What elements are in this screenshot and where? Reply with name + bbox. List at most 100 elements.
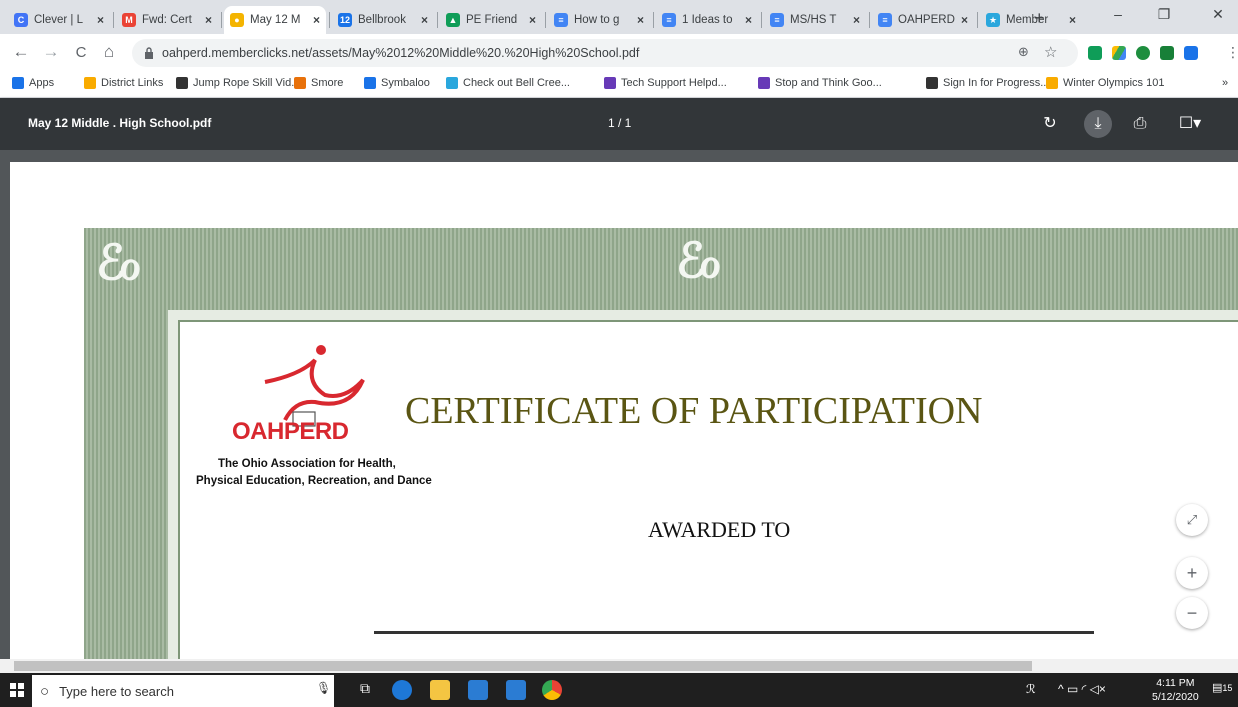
tab-6[interactable]: ≡ How to g × xyxy=(548,6,650,34)
tab-5[interactable]: ▲ PE Friend × xyxy=(440,6,542,34)
notifications-icon[interactable]: ▤15 xyxy=(1212,681,1232,694)
bookmark-label: Tech Support Helpd... xyxy=(621,77,727,89)
bookmark-item[interactable]: Symbaloo xyxy=(364,77,430,89)
fit-page-button[interactable]: ⤢ xyxy=(1176,504,1208,536)
bookmark-label: Apps xyxy=(29,77,55,89)
bookmark-icon xyxy=(446,77,458,89)
classroom-extension-icon[interactable] xyxy=(1088,46,1102,60)
file-explorer-icon[interactable] xyxy=(430,680,450,700)
task-view-icon[interactable]: ⧉ xyxy=(360,680,370,697)
zoom-out-button[interactable]: − xyxy=(1176,597,1208,629)
bookmark-item[interactable]: Tech Support Helpd... xyxy=(604,77,727,89)
bookmark-icon xyxy=(364,77,376,89)
windows-taskbar: ○ Type here to search 🎙 ⧉ ℛ ^ ▭ ◜ ◁× 4:1… xyxy=(0,673,1238,707)
bookmark-icon xyxy=(294,77,306,89)
home-button[interactable]: ⌂ xyxy=(98,42,120,62)
tab-title: Fwd: Cert xyxy=(142,14,192,26)
close-tab-icon[interactable]: × xyxy=(421,13,428,27)
tab-separator xyxy=(113,12,114,28)
close-tab-icon[interactable]: × xyxy=(313,13,320,27)
close-tab-icon[interactable]: × xyxy=(529,13,536,27)
close-tab-icon[interactable]: × xyxy=(1069,13,1076,27)
scrollbar-thumb[interactable] xyxy=(14,661,1032,671)
restore-button[interactable]: ❐ xyxy=(1144,6,1184,28)
bookmark-icon xyxy=(176,77,188,89)
close-tab-icon[interactable]: × xyxy=(961,13,968,27)
tab-7[interactable]: ≡ 1 Ideas to × xyxy=(656,6,758,34)
new-tab-button[interactable]: + xyxy=(1034,8,1045,29)
bookmark-icon xyxy=(84,77,96,89)
tab-1[interactable]: C Clever | L × xyxy=(8,6,110,34)
tab-3[interactable]: ● May 12 M × xyxy=(224,6,326,34)
bookmark-item[interactable]: Winter Olympics 101 xyxy=(1046,77,1164,89)
org-logo-text: OAHPERD xyxy=(232,418,349,445)
people-icon[interactable]: ℛ xyxy=(1026,682,1036,696)
forward-button[interactable]: → xyxy=(40,42,62,62)
extension-icon[interactable] xyxy=(1136,46,1150,60)
tab-title: MS/HS T xyxy=(790,14,837,26)
bookmark-label: Symbaloo xyxy=(381,77,430,89)
taskbar-clock[interactable]: 4:11 PM 5/12/2020 xyxy=(1152,676,1199,704)
bookmarks-more-button[interactable]: » xyxy=(1222,77,1228,89)
bookmark-label: Smore xyxy=(311,77,344,89)
bookmark-item[interactable]: Sign In for Progress... xyxy=(926,77,1049,89)
memberclicks-icon: ★ xyxy=(986,13,1000,27)
drive-icon: ▲ xyxy=(446,13,460,27)
bookmark-star-icon[interactable]: ☆ xyxy=(1044,43,1057,61)
bookmark-label: Sign In for Progress... xyxy=(943,77,1050,89)
bookmark-item[interactable]: Smore xyxy=(294,77,343,89)
back-button[interactable]: ← xyxy=(10,42,32,62)
bookmark-item[interactable]: Apps xyxy=(12,77,54,89)
drive-extension-icon[interactable] xyxy=(1112,46,1126,60)
store-icon[interactable] xyxy=(468,680,488,700)
clock-date: 5/12/2020 xyxy=(1152,691,1199,703)
tab-title: Clever | L xyxy=(34,14,84,26)
tab-separator xyxy=(653,12,654,28)
docs-icon: ≡ xyxy=(662,13,676,27)
tab-10[interactable]: ★ Member × xyxy=(980,6,1082,34)
print-icon[interactable]: ⎙ xyxy=(1126,110,1154,138)
notification-count: 15 xyxy=(1222,683,1233,693)
reload-button[interactable]: C xyxy=(70,44,92,61)
close-window-button[interactable]: ✕ xyxy=(1198,6,1238,28)
bookmark-item[interactable]: District Links xyxy=(84,77,163,89)
bookmarks-bar: Apps District Links Jump Rope Skill Vid...… xyxy=(0,72,1238,98)
extension-icon[interactable] xyxy=(1184,46,1198,60)
tab-title: May 12 M xyxy=(250,14,301,26)
edge-icon[interactable] xyxy=(392,680,412,700)
download-icon[interactable]: ⤓ xyxy=(1084,110,1112,138)
tab-8[interactable]: ≡ MS/HS T × xyxy=(764,6,866,34)
zoom-icon[interactable]: ⊕ xyxy=(1018,44,1029,60)
close-tab-icon[interactable]: × xyxy=(853,13,860,27)
bookmark-item[interactable]: Jump Rope Skill Vid... xyxy=(176,77,300,89)
chrome-icon[interactable] xyxy=(542,680,562,700)
system-tray-icons[interactable]: ^ ▭ ◜ ◁× xyxy=(1058,682,1106,696)
close-tab-icon[interactable]: × xyxy=(745,13,752,27)
bookmark-label: District Links xyxy=(101,77,164,89)
rotate-icon[interactable]: ↻ xyxy=(1036,110,1064,138)
bookmark-label: Stop and Think Goo... xyxy=(775,77,882,89)
taskbar-search[interactable]: ○ Type here to search xyxy=(32,675,334,707)
tab-4[interactable]: 12 Bellbrook × xyxy=(332,6,434,34)
mail-icon[interactable] xyxy=(506,680,526,700)
tab-2[interactable]: M Fwd: Cert × xyxy=(116,6,218,34)
browser-toolbar: ← → C ⌂ oahperd.memberclicks.net/assets/… xyxy=(0,34,1238,72)
address-bar[interactable]: oahperd.memberclicks.net/assets/May%2012… xyxy=(132,39,1078,67)
zoom-in-button[interactable]: + xyxy=(1176,557,1208,589)
tab-strip: C Clever | L × M Fwd: Cert × ● May 12 M × 12 Bellb… xyxy=(0,0,1238,34)
close-tab-icon[interactable]: × xyxy=(637,13,644,27)
extension-icon[interactable] xyxy=(1160,46,1174,60)
minimize-button[interactable]: – xyxy=(1098,6,1138,28)
menu-icon[interactable]: ⋮ xyxy=(1226,44,1238,61)
bookmark-menu-icon[interactable]: ☐▾ xyxy=(1170,110,1210,138)
close-tab-icon[interactable]: × xyxy=(205,13,212,27)
windows-start-icon[interactable] xyxy=(10,683,24,697)
org-full-name-line-2: Physical Education, Recreation, and Danc… xyxy=(196,475,432,487)
bookmark-item[interactable]: Check out Bell Cree... xyxy=(446,77,570,89)
tab-9[interactable]: ≡ OAHPERD × xyxy=(872,6,974,34)
bookmark-item[interactable]: Stop and Think Goo... xyxy=(758,77,882,89)
horizontal-scrollbar[interactable] xyxy=(0,659,1238,673)
microphone-icon[interactable]: 🎙 xyxy=(316,681,331,695)
close-tab-icon[interactable]: × xyxy=(97,13,104,27)
page-indicator: 1 / 1 xyxy=(608,116,632,130)
